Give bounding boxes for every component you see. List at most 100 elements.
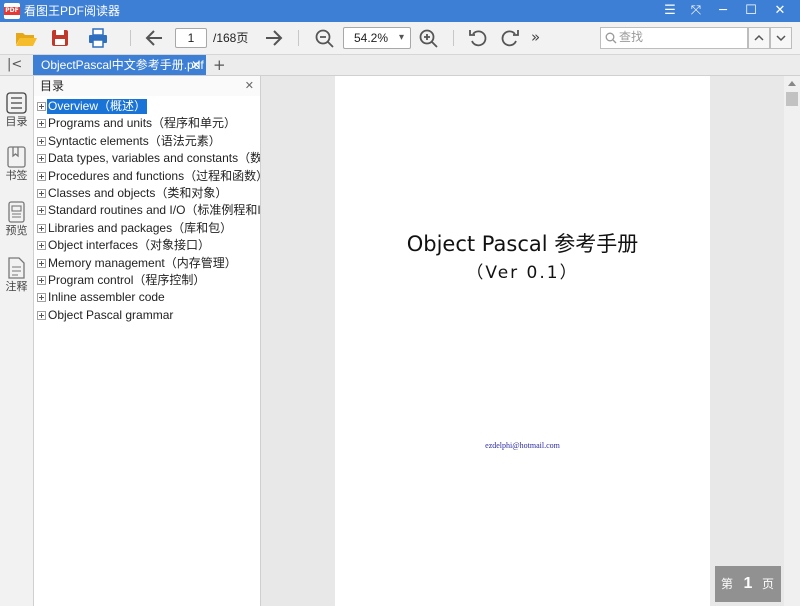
expand-icon[interactable] (37, 310, 46, 320)
menu-icon[interactable]: ☰ (656, 0, 684, 22)
search-next-button[interactable] (770, 27, 792, 49)
search-input[interactable] (619, 29, 739, 45)
zoom-select[interactable]: 54.2% ▾ (343, 27, 411, 49)
outline-item[interactable]: Programs and units（程序和单元） (34, 115, 260, 132)
document-email: ezdelphi@hotmail.com (485, 441, 560, 450)
outline-icon (6, 92, 27, 114)
rail-item-thumbnails[interactable]: 预览 (0, 201, 33, 247)
outline-item[interactable]: Memory management（内存管理） (34, 255, 260, 272)
tab-bar: |< ObjectPascal中文参考手册.pdf ✕ + (0, 55, 800, 76)
toolbar-divider (298, 30, 299, 46)
thumbnail-icon (8, 201, 25, 223)
outline-item[interactable]: Data types, variables and constants（数据类 (34, 150, 260, 167)
search-box (600, 27, 748, 49)
expand-icon[interactable] (37, 119, 46, 129)
page-indicator-suffix: 页 (761, 577, 774, 591)
rail-label: 书签 (5, 170, 28, 182)
close-icon[interactable]: ✕ (245, 78, 254, 94)
expand-icon[interactable] (37, 223, 46, 233)
outline-item-label: Standard routines and I/O（标准例程和I/O） (48, 203, 261, 218)
outline-item-label: Overview（概述） (47, 99, 148, 114)
rail-label: 目录 (5, 116, 28, 128)
toolbar-divider (130, 30, 131, 46)
app-title: 看图王PDF阅读器 (24, 4, 121, 18)
zoom-out-icon[interactable] (312, 26, 338, 50)
save-icon[interactable] (47, 26, 73, 50)
document-viewer[interactable]: Object Pascal 参考手册 （Ver 0.1） ezdelphi@ho… (261, 76, 784, 606)
outline-item[interactable]: Syntactic elements（语法元素） (34, 133, 260, 150)
side-rail: 目录 书签 预览 注释 (0, 76, 34, 606)
expand-icon[interactable] (37, 241, 46, 251)
expand-icon[interactable] (37, 276, 46, 285)
outline-item[interactable]: Program control（程序控制） (34, 272, 260, 289)
close-window-button[interactable]: ✕ (766, 0, 794, 22)
outline-item[interactable]: Standard routines and I/O（标准例程和I/O） (34, 202, 260, 219)
outline-item[interactable]: Overview（概述） (34, 98, 260, 115)
scroll-thumb[interactable] (786, 92, 798, 106)
pdf-page: Object Pascal 参考手册 （Ver 0.1） ezdelphi@ho… (335, 76, 710, 606)
outline-item-label: Memory management（内存管理） (48, 255, 237, 270)
maximize-button[interactable]: ☐ (737, 0, 765, 22)
expand-icon[interactable] (37, 171, 46, 181)
outline-panel: 目录 ✕ Overview（概述） Programs and units（程序和单… (34, 76, 261, 606)
collapse-sidebar-icon[interactable]: |< (7, 57, 22, 73)
outline-item[interactable]: Object interfaces（对象接口） (34, 237, 260, 254)
zoom-in-icon[interactable] (416, 26, 442, 50)
outline-item-label: Programs and units（程序和单元） (48, 116, 237, 131)
page-indicator-number: 1 (743, 575, 753, 592)
expand-icon[interactable] (37, 102, 46, 111)
outline-item[interactable]: Classes and objects（类和对象） (34, 185, 260, 202)
page-indicator-prefix: 第 (721, 577, 734, 591)
chevron-up-icon (754, 34, 764, 41)
toolbar: 1 /168页 54.2% ▾ » (0, 22, 800, 55)
expand-icon[interactable] (37, 136, 46, 146)
page-number-input[interactable]: 1 (175, 28, 207, 48)
restore-down-icon[interactable]: ⤧ (682, 0, 710, 22)
new-tab-icon[interactable]: + (213, 56, 226, 74)
outline-item-label: Data types, variables and constants（数据类 (48, 151, 261, 166)
app-logo-label: PDF (4, 7, 20, 15)
rail-item-outline[interactable]: 目录 (0, 92, 33, 138)
outline-item-label: Libraries and packages（库和包） (48, 220, 233, 235)
rotate-right-icon[interactable] (497, 26, 523, 50)
vertical-scrollbar[interactable] (784, 76, 800, 606)
more-icon[interactable]: » (531, 29, 540, 45)
document-title: Object Pascal 参考手册 (406, 232, 639, 256)
document-version: （Ver 0.1） (466, 263, 579, 283)
rail-item-bookmarks[interactable]: 书签 (0, 146, 33, 192)
zoom-value: 54.2% (354, 31, 389, 45)
outline-title: 目录 (40, 79, 65, 93)
outline-item[interactable]: Procedures and functions（过程和函数） (34, 168, 260, 185)
page-total: /168页 (213, 31, 249, 45)
previous-page-icon[interactable] (142, 26, 168, 50)
rail-item-annotations[interactable]: 注释 (0, 257, 33, 303)
outline-item-label: Procedures and functions（过程和函数） (48, 168, 261, 183)
tab-close-icon[interactable]: ✕ (191, 57, 201, 73)
outline-item[interactable]: Inline assembler code (34, 289, 260, 306)
page-indicator: 第 1 页 (715, 566, 781, 602)
toolbar-divider (453, 30, 454, 46)
search-previous-button[interactable] (748, 27, 770, 49)
outline-item-label: Object Pascal grammar (48, 307, 174, 322)
print-icon[interactable] (85, 26, 111, 50)
annotation-icon (8, 257, 25, 279)
scroll-up-icon[interactable] (788, 81, 796, 86)
rail-label: 注释 (5, 281, 28, 293)
rotate-left-icon[interactable] (465, 26, 491, 50)
outline-item[interactable]: Object Pascal grammar (34, 307, 260, 324)
expand-icon[interactable] (37, 154, 46, 164)
outline-item-label: Classes and objects（类和对象） (48, 186, 228, 200)
outline-item[interactable]: Libraries and packages（库和包） (34, 220, 260, 237)
outline-header: 目录 ✕ (34, 76, 260, 96)
expand-icon[interactable] (37, 293, 46, 303)
outline-item-label: Object interfaces（对象接口） (48, 238, 211, 253)
expand-icon[interactable] (37, 258, 46, 268)
outline-item-label: Syntactic elements（语法元素） (48, 133, 221, 148)
title-bar: PDF 看图王PDF阅读器 ☰ ⤧ ─ ☐ ✕ (0, 0, 800, 22)
open-folder-icon[interactable] (13, 26, 39, 50)
expand-icon[interactable] (37, 189, 46, 198)
next-page-icon[interactable] (260, 26, 286, 50)
minimize-button[interactable]: ─ (709, 0, 737, 22)
tab-document[interactable]: ObjectPascal中文参考手册.pdf ✕ (33, 55, 206, 75)
expand-icon[interactable] (37, 206, 46, 216)
